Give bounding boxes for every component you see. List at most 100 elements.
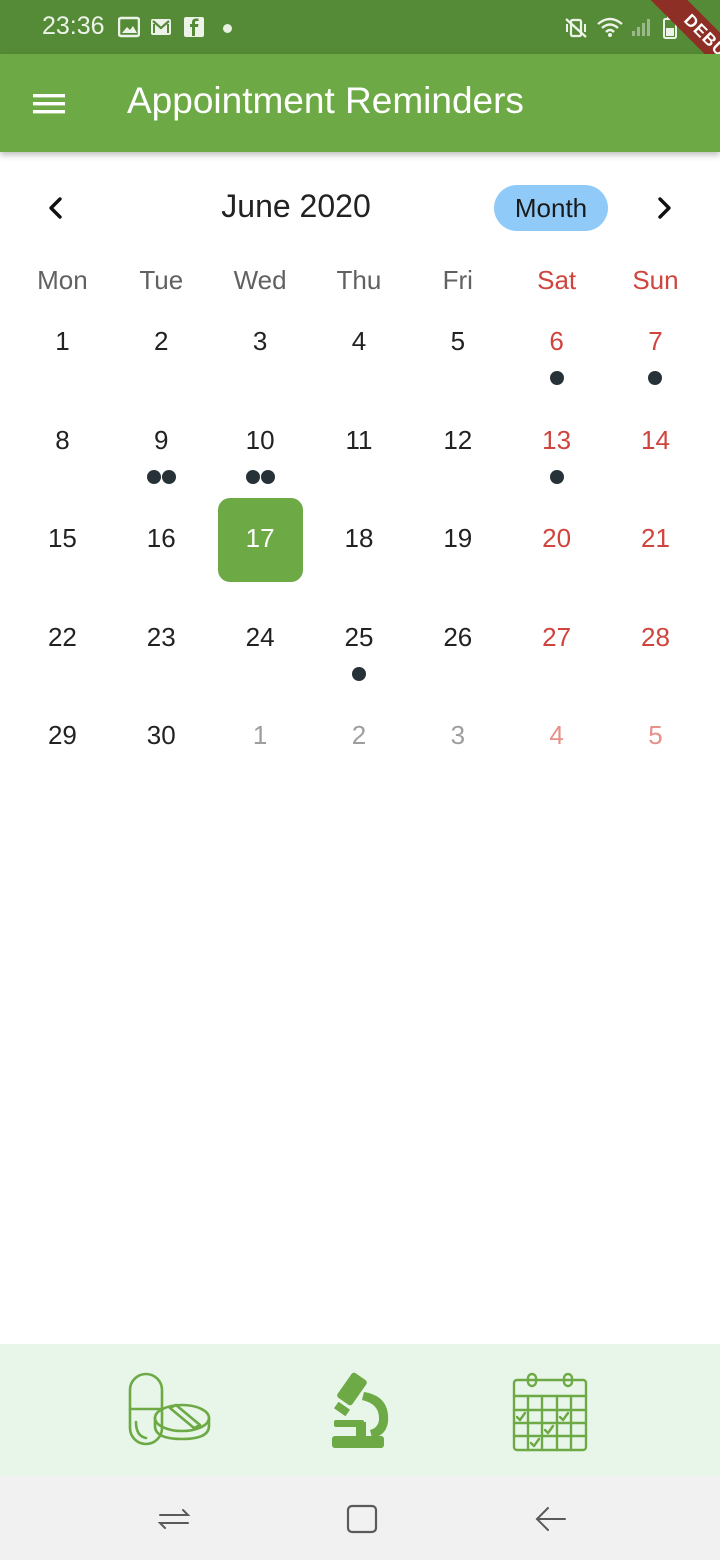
day-number: 1 xyxy=(55,326,70,356)
home-button[interactable] xyxy=(344,1501,380,1537)
event-markers xyxy=(507,469,606,484)
day-number: 26 xyxy=(443,621,473,652)
day-number: 28 xyxy=(641,621,670,652)
day-number: 24 xyxy=(245,621,275,652)
calendar-day[interactable]: 15 xyxy=(13,493,112,592)
app-title: Appointment Reminders xyxy=(127,80,524,121)
calendar-day-outside[interactable]: 4 xyxy=(507,690,606,789)
event-markers xyxy=(211,469,310,484)
day-number: 11 xyxy=(345,424,373,455)
calendar-check-icon xyxy=(512,1372,588,1452)
facebook-icon xyxy=(184,17,204,37)
app-bar: Appointment Reminders xyxy=(0,54,720,152)
calendar-day[interactable]: 9 xyxy=(112,395,211,494)
calendar-day[interactable]: 2 xyxy=(112,296,211,395)
calendar-day[interactable]: 27 xyxy=(507,592,606,691)
calendar-day-outside[interactable]: 3 xyxy=(408,690,507,789)
calendar-day[interactable]: 10 xyxy=(211,395,310,494)
day-number: 3 xyxy=(252,326,268,356)
event-marker-icon xyxy=(351,666,366,681)
day-number: 7 xyxy=(648,326,663,356)
calendar-day[interactable]: 19 xyxy=(408,493,507,592)
calendar-day-outside[interactable]: 5 xyxy=(606,690,705,789)
day-number: 21 xyxy=(641,523,670,554)
event-marker-icon xyxy=(245,469,260,484)
day-number: 14 xyxy=(641,424,670,455)
day-number: 4 xyxy=(549,720,564,751)
next-month-button[interactable] xyxy=(646,190,682,226)
day-number: 10 xyxy=(245,424,275,455)
calendar-day[interactable]: 11 xyxy=(310,395,409,494)
calendar-day[interactable]: 14 xyxy=(606,395,705,494)
event-marker-icon xyxy=(549,469,564,484)
day-number: 20 xyxy=(542,523,572,554)
calendar-day[interactable]: 4 xyxy=(310,296,409,395)
day-number: 15 xyxy=(47,523,77,554)
calendar-day[interactable]: 12 xyxy=(408,395,507,494)
battery-icon xyxy=(663,16,677,39)
calendar-day[interactable]: 16 xyxy=(112,493,211,592)
chevron-right-icon xyxy=(658,197,671,219)
day-number: 27 xyxy=(542,621,572,652)
calendar-grid: 1 2 3 4 5 6 7 8 9 10 11 12 13 14 15 16 17 18 19 20 21 22 23 24 2… xyxy=(13,296,705,789)
event-marker-icon xyxy=(161,469,176,484)
calendar-day[interactable]: 21 xyxy=(606,493,705,592)
back-button[interactable] xyxy=(532,1501,568,1537)
calendar-day-selected[interactable]: 17 xyxy=(211,493,310,592)
gmail-icon xyxy=(151,19,171,35)
day-number: 22 xyxy=(47,621,77,652)
nav-medications-button[interactable] xyxy=(124,1370,214,1454)
event-marker-icon xyxy=(146,469,161,484)
calendar-day[interactable]: 28 xyxy=(606,592,705,691)
calendar-day[interactable]: 8 xyxy=(13,395,112,494)
pills-icon xyxy=(128,1372,211,1446)
day-number: 25 xyxy=(344,621,374,652)
day-number: 2 xyxy=(351,720,367,751)
month-title: June 2020 xyxy=(221,188,371,224)
event-marker-icon xyxy=(648,371,663,385)
hamburger-menu-icon xyxy=(33,94,65,114)
calendar-day[interactable]: 23 xyxy=(112,592,211,691)
previous-month-button[interactable] xyxy=(38,190,74,226)
day-number: 3 xyxy=(450,720,466,751)
day-number: 30 xyxy=(146,720,176,751)
status-time: 23:36 xyxy=(42,12,105,40)
calendar-day[interactable]: 26 xyxy=(408,592,507,691)
day-number: 17 xyxy=(245,523,275,554)
nav-appointments-button[interactable] xyxy=(506,1370,596,1454)
day-number: 13 xyxy=(542,424,572,455)
day-number: 6 xyxy=(549,326,564,356)
microscope-icon xyxy=(332,1372,389,1448)
calendar-day[interactable]: 13 xyxy=(507,395,606,494)
calendar-day[interactable]: 3 xyxy=(211,296,310,395)
calendar-day-outside[interactable]: 1 xyxy=(211,690,310,789)
day-number: 9 xyxy=(154,424,169,455)
calendar-format-button[interactable]: Month xyxy=(494,185,608,231)
calendar-day[interactable]: 18 xyxy=(310,493,409,592)
calendar-day-outside[interactable]: 2 xyxy=(310,690,409,789)
menu-button[interactable] xyxy=(24,80,74,126)
day-number: 5 xyxy=(450,326,466,356)
day-number: 12 xyxy=(443,424,473,455)
calendar-day[interactable]: 24 xyxy=(211,592,310,691)
event-markers xyxy=(507,371,606,385)
calendar-day[interactable]: 22 xyxy=(13,592,112,691)
calendar-day[interactable]: 7 xyxy=(606,296,705,395)
notification-dot-icon xyxy=(223,24,232,33)
back-icon xyxy=(535,1507,566,1531)
calendar-day[interactable]: 29 xyxy=(13,690,112,789)
system-navigation-bar xyxy=(0,1476,720,1560)
day-number: 29 xyxy=(47,720,77,751)
calendar-day[interactable]: 6 xyxy=(507,296,606,395)
event-marker-icon xyxy=(260,469,275,484)
calendar-day[interactable]: 20 xyxy=(507,493,606,592)
calendar-day[interactable]: 30 xyxy=(112,690,211,789)
day-number: 2 xyxy=(154,326,169,356)
calendar-day[interactable]: 5 xyxy=(408,296,507,395)
nav-lab-tests-button[interactable] xyxy=(316,1370,406,1454)
day-number: 4 xyxy=(351,326,367,356)
calendar-day[interactable]: 25 xyxy=(310,592,409,691)
calendar-day[interactable]: 1 xyxy=(13,296,112,395)
day-number: 23 xyxy=(146,621,176,652)
recent-apps-button[interactable] xyxy=(156,1501,192,1537)
